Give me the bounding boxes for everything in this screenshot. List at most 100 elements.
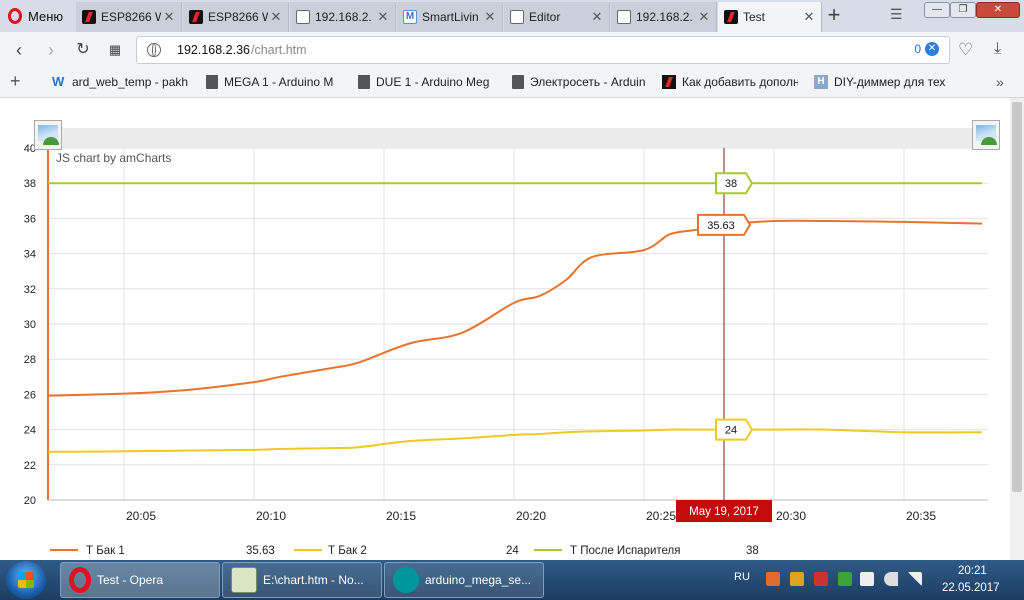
arduino-icon xyxy=(662,75,676,89)
taskbar-arduino[interactable]: arduino_mega_se... xyxy=(384,562,544,598)
bookmark-due-1[interactable]: DUE 1 - Arduino Meg xyxy=(358,75,494,89)
bookmark-ard-web-temp[interactable]: W ard_web_temp - pakh xyxy=(52,75,192,89)
y-tick-label: 26 xyxy=(24,389,36,401)
flag-icon[interactable] xyxy=(860,572,874,586)
bookmark-kak-dobavit[interactable]: Как добавить дополн xyxy=(662,75,798,89)
bookmark-label: MEGA 1 - Arduino M xyxy=(224,75,334,89)
tab-test[interactable]: Test ✕ xyxy=(718,2,822,32)
page-scrollbar[interactable] xyxy=(1010,98,1024,560)
legend-label: Т После Испарителя xyxy=(570,545,680,557)
x-tick-label: 20:30 xyxy=(776,509,806,523)
close-icon[interactable]: ✕ xyxy=(375,9,391,25)
minimize-button[interactable]: — xyxy=(924,2,950,18)
legend-label: Т Бак 2 xyxy=(328,545,367,557)
download-icon[interactable]: ⤓ xyxy=(994,40,1001,58)
page-content: 20 22 24 26 28 30 32 34 36 38 40 20:05 20:10 20:15 20:… xyxy=(0,98,1010,560)
speaker-icon[interactable] xyxy=(884,572,898,586)
tab-label: SmartLivin xyxy=(422,10,479,24)
y-tick-label: 30 xyxy=(24,319,36,331)
url-host: 192.168.2.36 xyxy=(177,43,250,57)
chart-grid xyxy=(48,147,988,501)
scrollbar-thumb[interactable] xyxy=(1012,102,1022,492)
tab-esp8266-2[interactable]: ESP8266 W ✕ xyxy=(183,2,289,32)
y-tick-label: 24 xyxy=(24,425,36,437)
legend-item[interactable]: Т После Испарителя 38 xyxy=(534,545,759,557)
doc-icon xyxy=(512,75,524,89)
address-bar[interactable]: 192.168.2.36 /chart.htm 0 ✕ xyxy=(136,36,950,64)
opera-icon xyxy=(69,567,91,593)
bookmark-label: DUE 1 - Arduino Meg xyxy=(376,75,490,89)
tab-192-168-1[interactable]: 192.168.2. ✕ xyxy=(290,2,396,32)
series-line-1 xyxy=(48,219,983,397)
taskbar-notepad[interactable]: E:\chart.htm - No... xyxy=(222,562,382,598)
bookmark-label: Как добавить дополн xyxy=(682,75,798,89)
y-tick-label: 34 xyxy=(24,249,36,261)
tab-esp8266-1[interactable]: ESP8266 W ✕ xyxy=(76,2,182,32)
taskbar-opera[interactable]: Test - Opera xyxy=(60,562,220,598)
temperature-chart: 202224262830323436384020:05 20:10 20:15 20:… xyxy=(24,128,998,557)
x-tick-label: 20:05 xyxy=(126,509,156,523)
close-icon[interactable]: ✕ xyxy=(589,9,605,25)
heart-icon[interactable]: ♡ xyxy=(958,40,973,60)
chart-scrollbar[interactable] xyxy=(40,128,998,148)
close-icon[interactable]: ✕ xyxy=(268,9,284,25)
speed-dial-icon[interactable]: ▦ xyxy=(104,39,126,61)
adblock-icon[interactable]: ✕ xyxy=(925,42,939,56)
clock-time[interactable]: 20:21 xyxy=(958,565,987,577)
legend-label: Т Бак 1 xyxy=(86,545,125,557)
bookmark-electroset[interactable]: Электросеть - Arduin xyxy=(512,75,646,89)
new-tab-button[interactable]: + xyxy=(822,4,846,28)
start-button[interactable] xyxy=(6,561,46,599)
opera-logo-icon xyxy=(8,8,22,24)
language-indicator[interactable]: RU xyxy=(734,571,750,583)
legend-value: 35.63 xyxy=(246,545,275,557)
arduino-icon xyxy=(724,10,738,24)
broken-image-icon xyxy=(34,120,62,150)
close-icon[interactable]: ✕ xyxy=(161,9,177,25)
page-icon xyxy=(296,10,310,24)
broken-image-icon xyxy=(972,120,1000,150)
reload-icon[interactable]: ↻ xyxy=(72,39,94,61)
tray-app-icon[interactable] xyxy=(766,572,780,586)
tab-label: ESP8266 W xyxy=(208,10,268,24)
x-tick-label: 20:10 xyxy=(256,509,286,523)
tab-192-168-2[interactable]: 192.168.2. ✕ xyxy=(611,2,717,32)
opera-menu-button[interactable]: Меню xyxy=(0,0,74,32)
w-icon: W xyxy=(52,75,65,89)
bookmark-diy-dimmer[interactable]: H DIY-диммер для тех xyxy=(814,75,948,89)
clock-date[interactable]: 22.05.2017 xyxy=(942,582,1000,594)
tab-label: ESP8266 W xyxy=(101,10,161,24)
legend-item[interactable]: Т Бак 2 24 xyxy=(294,545,519,557)
bookmark-mega-1[interactable]: MEGA 1 - Arduino M xyxy=(206,75,342,89)
x-tick-label: 20:15 xyxy=(386,509,416,523)
x-tick-label: 20:35 xyxy=(906,509,936,523)
tray-bars-icon[interactable] xyxy=(790,572,804,586)
forward-icon[interactable]: › xyxy=(40,39,62,61)
y-tick-label: 28 xyxy=(24,354,36,366)
tab-editor[interactable]: Editor ✕ xyxy=(504,2,610,32)
back-icon[interactable]: ‹ xyxy=(8,39,30,61)
tab-smartliving[interactable]: M SmartLivin ✕ xyxy=(397,2,503,32)
maximize-button[interactable]: ❐ xyxy=(950,2,976,18)
close-icon[interactable]: ✕ xyxy=(696,9,712,25)
m-icon: M xyxy=(403,10,417,24)
y-tick-label: 36 xyxy=(24,213,36,225)
bookmark-label: DIY-диммер для тех xyxy=(834,75,946,89)
add-bookmark-icon[interactable]: + xyxy=(10,71,21,92)
legend-item[interactable]: Т Бак 1 35.63 xyxy=(50,545,275,557)
doc-icon xyxy=(358,75,370,89)
balloon-value: 24 xyxy=(725,425,737,437)
tab-label: 192.168.2. xyxy=(315,10,372,24)
notepad-icon xyxy=(231,567,257,593)
close-icon[interactable]: ✕ xyxy=(482,9,498,25)
tray-security-icon[interactable] xyxy=(814,572,828,586)
navigation-bar: ‹ › ↻ ▦ 192.168.2.36 /chart.htm 0 ✕ ♡ ⤓ xyxy=(0,32,1024,68)
tab-menu-icon[interactable]: ☰ xyxy=(890,6,903,23)
amcharts-watermark[interactable]: JS chart by amCharts xyxy=(56,151,171,165)
more-bookmarks-icon[interactable]: » xyxy=(996,74,1004,90)
close-icon[interactable]: ✕ xyxy=(801,9,817,25)
network-icon[interactable] xyxy=(908,572,922,586)
y-tick-label: 20 xyxy=(24,495,36,507)
tray-check-icon[interactable] xyxy=(838,572,852,586)
close-window-button[interactable]: ✕ xyxy=(976,2,1020,18)
